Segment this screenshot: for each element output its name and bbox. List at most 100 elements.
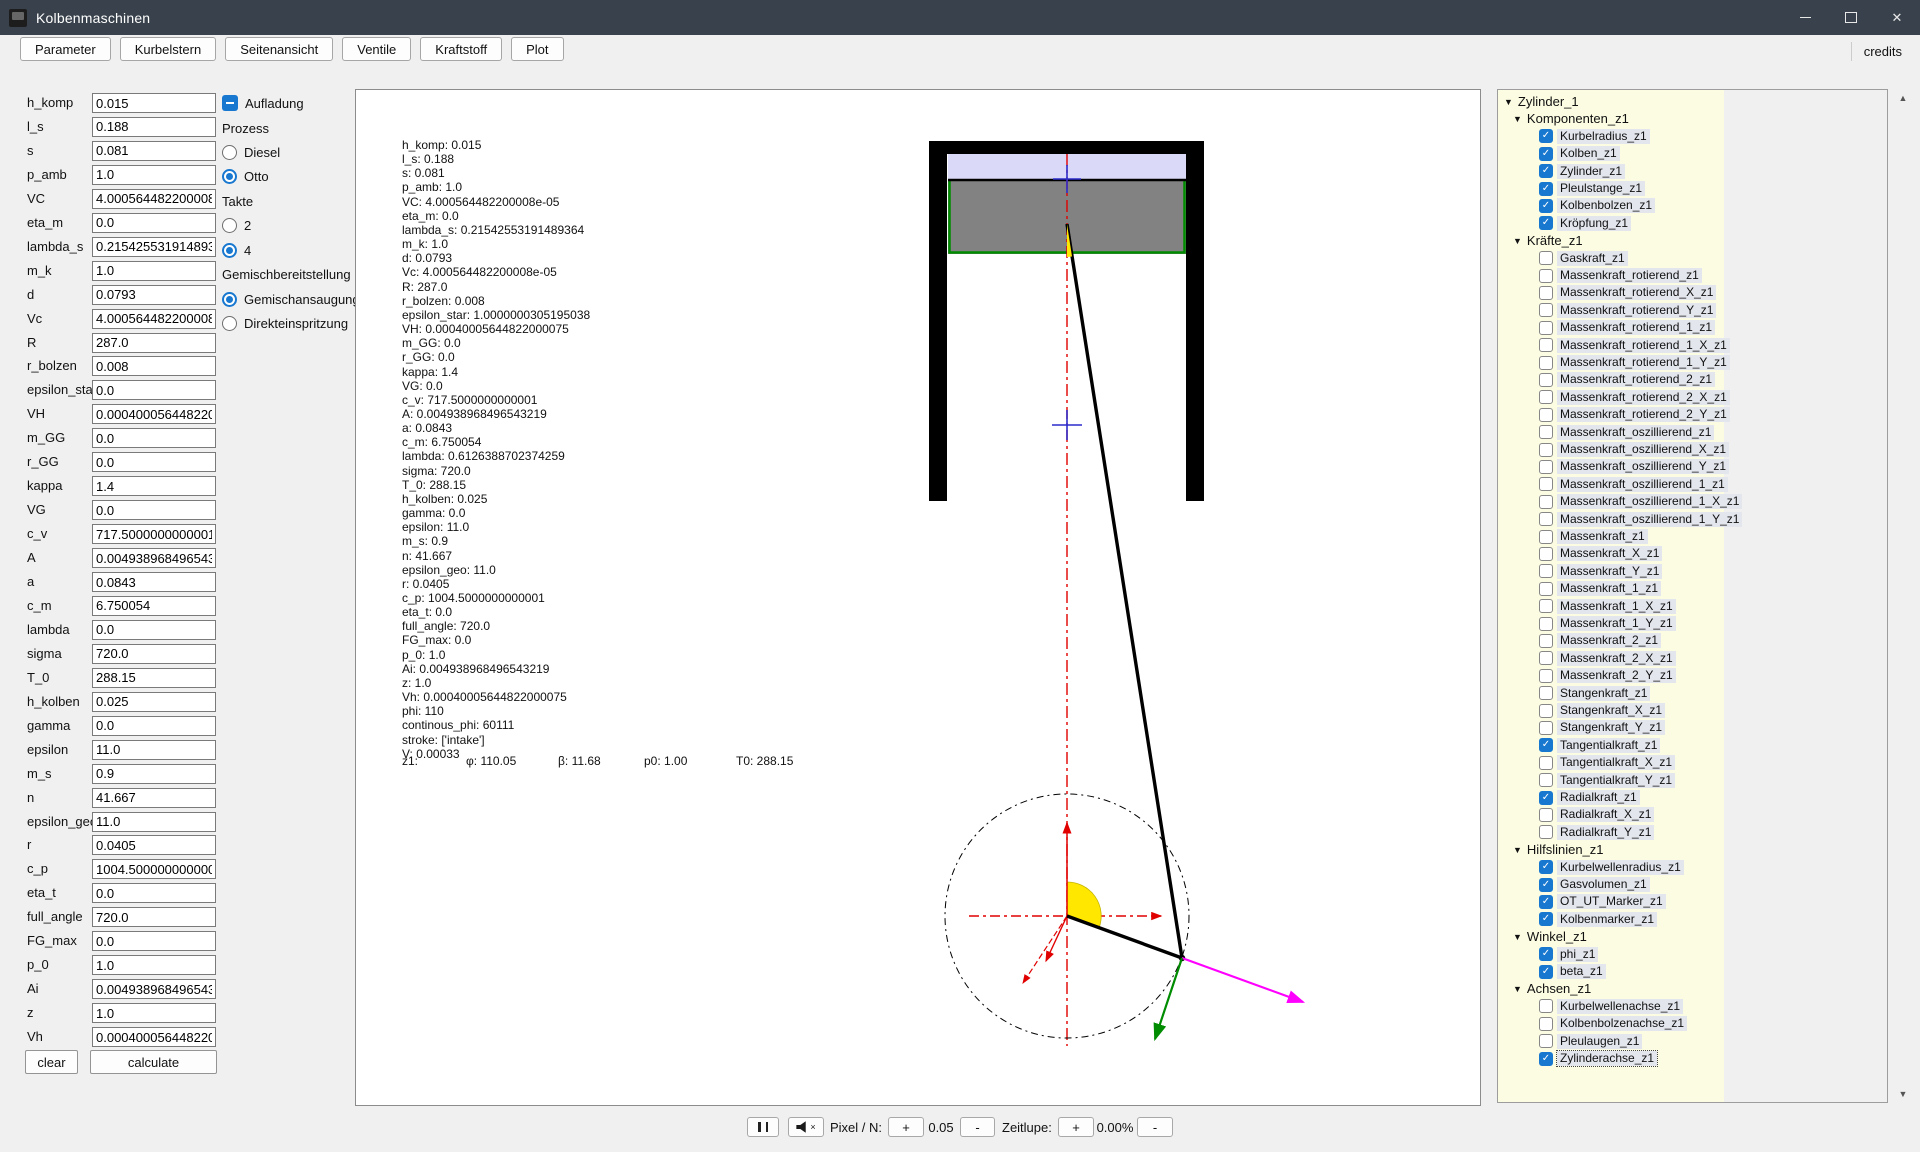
param-input-l_s[interactable] bbox=[92, 117, 216, 137]
tree-item-Stangenkraft_z1[interactable]: Stangenkraft_z1 bbox=[1557, 686, 1650, 701]
tree-checkbox-Stangenkraft_z1[interactable] bbox=[1539, 686, 1553, 700]
param-input-VH[interactable] bbox=[92, 404, 216, 424]
param-input-T_0[interactable] bbox=[92, 668, 216, 688]
tree-item-Massenkraft_oszillierend_1_Y_z1[interactable]: Massenkraft_oszillierend_1_Y_z1 bbox=[1557, 512, 1742, 527]
tree-checkbox-Zylinderachse_z1[interactable]: ✓ bbox=[1539, 1052, 1553, 1066]
tree-item-Gaskraft_z1[interactable]: Gaskraft_z1 bbox=[1557, 251, 1628, 266]
tree-item-Tangentialkraft_X_z1[interactable]: Tangentialkraft_X_z1 bbox=[1557, 755, 1675, 770]
tree-item-phi_z1[interactable]: phi_z1 bbox=[1557, 947, 1598, 962]
clear-button[interactable]: clear bbox=[25, 1050, 78, 1074]
param-input-VC[interactable] bbox=[92, 189, 216, 209]
tree-checkbox-Gaskraft_z1[interactable] bbox=[1539, 251, 1553, 265]
tree-item-Pleulstange_z1[interactable]: Pleulstange_z1 bbox=[1557, 181, 1645, 196]
scroll-down-icon[interactable]: ▼ bbox=[1893, 1086, 1913, 1102]
tree-checkbox-OT_UT_Marker_z1[interactable]: ✓ bbox=[1539, 895, 1553, 909]
param-input-lambda[interactable] bbox=[92, 620, 216, 640]
tree-item-Massenkraft_2_z1[interactable]: Massenkraft_2_z1 bbox=[1557, 633, 1661, 648]
tree-checkbox-Massenkraft_oszillierend_Y_z1[interactable] bbox=[1539, 460, 1553, 474]
tree-checkbox-Stangenkraft_Y_z1[interactable] bbox=[1539, 721, 1553, 735]
diesel-radio[interactable] bbox=[222, 145, 237, 160]
tree-item-Massenkraft_rotierend_1_Y_z1[interactable]: Massenkraft_rotierend_1_Y_z1 bbox=[1557, 355, 1730, 370]
tree-checkbox-Massenkraft_oszillierend_1_z1[interactable] bbox=[1539, 477, 1553, 491]
tree-item-Radialkraft_z1[interactable]: Radialkraft_z1 bbox=[1557, 790, 1640, 805]
otto-radio[interactable] bbox=[222, 169, 237, 184]
tree-checkbox-Massenkraft_oszillierend_1_X_z1[interactable] bbox=[1539, 495, 1553, 509]
param-input-c_v[interactable] bbox=[92, 524, 216, 544]
tree-checkbox-Massenkraft_1_X_z1[interactable] bbox=[1539, 599, 1553, 613]
tree-item-Massenkraft_X_z1[interactable]: Massenkraft_X_z1 bbox=[1557, 546, 1662, 561]
tree-checkbox-Massenkraft_rotierend_2_z1[interactable] bbox=[1539, 373, 1553, 387]
param-input-A[interactable] bbox=[92, 548, 216, 568]
param-input-h_komp[interactable] bbox=[92, 93, 216, 113]
tree-checkbox-Pleulaugen_z1[interactable] bbox=[1539, 1034, 1553, 1048]
minimize-button[interactable] bbox=[1782, 0, 1828, 35]
tree-checkbox-Massenkraft_rotierend_1_X_z1[interactable] bbox=[1539, 338, 1553, 352]
param-input-r_GG[interactable] bbox=[92, 452, 216, 472]
tree-checkbox-Massenkraft_oszillierend_z1[interactable] bbox=[1539, 425, 1553, 439]
tree-checkbox-Massenkraft_oszillierend_1_Y_z1[interactable] bbox=[1539, 512, 1553, 526]
tree-checkbox-Kolben_z1[interactable]: ✓ bbox=[1539, 147, 1553, 161]
param-input-p_amb[interactable] bbox=[92, 165, 216, 185]
tree-expander-icon[interactable]: ▼ bbox=[1513, 845, 1522, 855]
param-input-d[interactable] bbox=[92, 285, 216, 305]
tree-expander-icon[interactable]: ▼ bbox=[1513, 114, 1522, 124]
param-input-a[interactable] bbox=[92, 572, 216, 592]
tree-item-Kurbelwellenachse_z1[interactable]: Kurbelwellenachse_z1 bbox=[1557, 999, 1683, 1014]
tree-checkbox-Kolbenbolzen_z1[interactable]: ✓ bbox=[1539, 199, 1553, 213]
tree-item-Tangentialkraft_z1[interactable]: Tangentialkraft_z1 bbox=[1557, 738, 1660, 753]
param-input-full_angle[interactable] bbox=[92, 907, 216, 927]
tree-item-Massenkraft_oszillierend_z1[interactable]: Massenkraft_oszillierend_z1 bbox=[1557, 425, 1714, 440]
tree-item-Massenkraft_2_Y_z1[interactable]: Massenkraft_2_Y_z1 bbox=[1557, 668, 1676, 683]
tree-group-Hilfslinien_z1[interactable]: Hilfslinien_z1 bbox=[1527, 842, 1604, 857]
tree-item-Massenkraft_oszillierend_1_z1[interactable]: Massenkraft_oszillierend_1_z1 bbox=[1557, 477, 1728, 492]
tree-checkbox-Massenkraft_rotierend_2_X_z1[interactable] bbox=[1539, 390, 1553, 404]
param-input-r_bolzen[interactable] bbox=[92, 356, 216, 376]
tree-checkbox-Massenkraft_2_z1[interactable] bbox=[1539, 634, 1553, 648]
tree-item-Pleulaugen_z1[interactable]: Pleulaugen_z1 bbox=[1557, 1034, 1642, 1049]
gemischansaugung-radio[interactable] bbox=[222, 292, 237, 307]
tree-item-Gasvolumen_z1[interactable]: Gasvolumen_z1 bbox=[1557, 877, 1650, 892]
tree-item-OT_UT_Marker_z1[interactable]: OT_UT_Marker_z1 bbox=[1557, 894, 1666, 909]
param-input-epsilon_geo[interactable] bbox=[92, 812, 216, 832]
param-input-c_p[interactable] bbox=[92, 859, 216, 879]
tree-item-Radialkraft_Y_z1[interactable]: Radialkraft_Y_z1 bbox=[1557, 825, 1654, 840]
tree-checkbox-Massenkraft_rotierend_1_z1[interactable] bbox=[1539, 321, 1553, 335]
tree-checkbox-Massenkraft_rotierend_z1[interactable] bbox=[1539, 269, 1553, 283]
param-input-FG_max[interactable] bbox=[92, 931, 216, 951]
tree-checkbox-Massenkraft_1_Y_z1[interactable] bbox=[1539, 617, 1553, 631]
tree-item-Kolbenbolzen_z1[interactable]: Kolbenbolzen_z1 bbox=[1557, 198, 1655, 213]
param-input-VG[interactable] bbox=[92, 500, 216, 520]
tree-item-Massenkraft_rotierend_Y_z1[interactable]: Massenkraft_rotierend_Y_z1 bbox=[1557, 303, 1716, 318]
tree-item-Kröpfung_z1[interactable]: Kröpfung_z1 bbox=[1557, 216, 1631, 231]
toolbar-button-seitenansicht[interactable]: Seitenansicht bbox=[225, 37, 333, 61]
tree-checkbox-Kolbenmarker_z1[interactable]: ✓ bbox=[1539, 912, 1553, 926]
param-input-h_kolben[interactable] bbox=[92, 692, 216, 712]
tree-checkbox-Massenkraft_2_X_z1[interactable] bbox=[1539, 651, 1553, 665]
tree-checkbox-Massenkraft_rotierend_X_z1[interactable] bbox=[1539, 286, 1553, 300]
tree-checkbox-Kolbenbolzenachse_z1[interactable] bbox=[1539, 1017, 1553, 1031]
tree-item-Stangenkraft_X_z1[interactable]: Stangenkraft_X_z1 bbox=[1557, 703, 1665, 718]
tree-item-Radialkraft_X_z1[interactable]: Radialkraft_X_z1 bbox=[1557, 807, 1654, 822]
tree-item-Massenkraft_oszillierend_1_X_z1[interactable]: Massenkraft_oszillierend_1_X_z1 bbox=[1557, 494, 1742, 509]
tree-checkbox-Tangentialkraft_Y_z1[interactable] bbox=[1539, 773, 1553, 787]
param-input-m_k[interactable] bbox=[92, 261, 216, 281]
param-input-Ai[interactable] bbox=[92, 979, 216, 999]
toolbar-button-parameter[interactable]: Parameter bbox=[20, 37, 111, 61]
tree-item-Massenkraft_1_z1[interactable]: Massenkraft_1_z1 bbox=[1557, 581, 1661, 596]
tree-item-Kolbenmarker_z1[interactable]: Kolbenmarker_z1 bbox=[1557, 912, 1657, 927]
credits-button[interactable]: credits bbox=[1851, 42, 1906, 61]
simulation-canvas[interactable]: h_komp: 0.015l_s: 0.188s: 0.081p_amb: 1.… bbox=[355, 89, 1481, 1106]
tree-checkbox-Kurbelwellenachse_z1[interactable] bbox=[1539, 999, 1553, 1013]
tree-expander-icon[interactable]: ▼ bbox=[1513, 236, 1522, 246]
tree-checkbox-Massenkraft_rotierend_Y_z1[interactable] bbox=[1539, 303, 1553, 317]
tree-checkbox-Zylinder_z1[interactable]: ✓ bbox=[1539, 164, 1553, 178]
tree-item-Massenkraft_rotierend_2_z1[interactable]: Massenkraft_rotierend_2_z1 bbox=[1557, 372, 1715, 387]
tree-group-Zylinder_1[interactable]: Zylinder_1 bbox=[1518, 94, 1579, 109]
tree-expander-icon[interactable]: ▼ bbox=[1504, 97, 1513, 107]
toolbar-button-kurbelstern[interactable]: Kurbelstern bbox=[120, 37, 216, 61]
tree-checkbox-Massenkraft_rotierend_1_Y_z1[interactable] bbox=[1539, 356, 1553, 370]
tree-group-Achsen_z1[interactable]: Achsen_z1 bbox=[1527, 981, 1591, 996]
param-input-kappa[interactable] bbox=[92, 476, 216, 496]
aufladung-checkbox[interactable] bbox=[222, 95, 238, 111]
param-input-epsilon_star[interactable] bbox=[92, 380, 216, 400]
